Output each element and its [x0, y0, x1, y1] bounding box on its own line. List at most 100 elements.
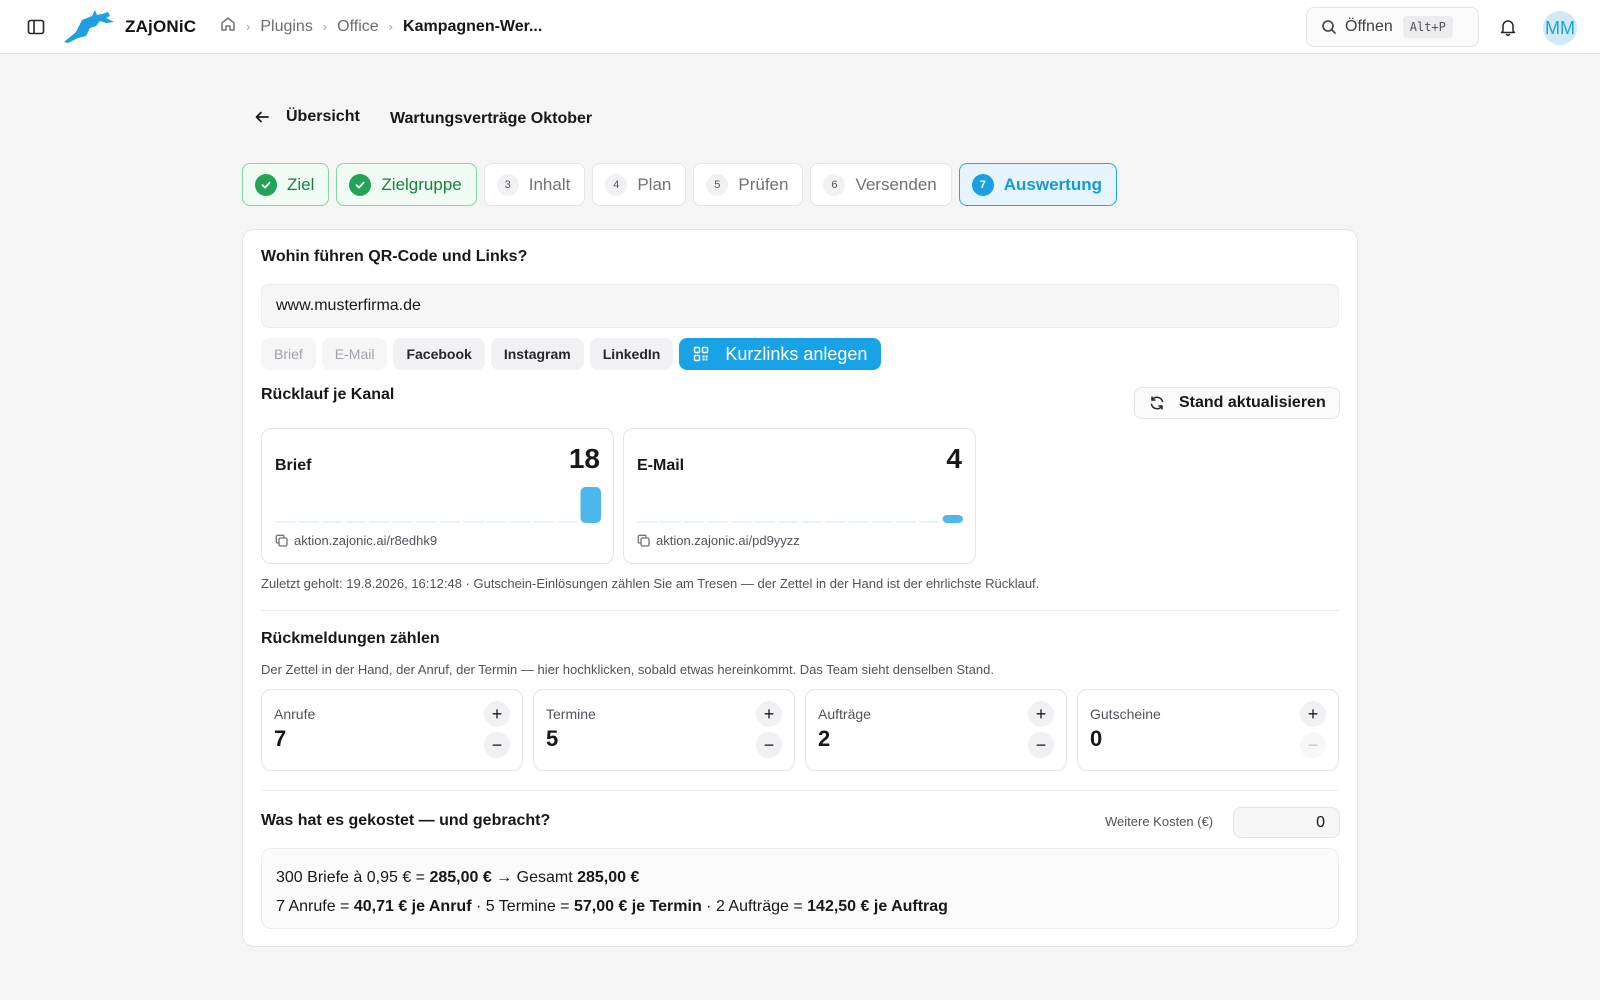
- cost-text: → Gesamt: [491, 869, 578, 886]
- counter-label: Gutscheine: [1090, 706, 1161, 722]
- kosten-title: Was hat es gekostet — und gebracht?: [261, 812, 551, 829]
- avatar[interactable]: MM: [1543, 11, 1577, 45]
- counter-value: 5: [546, 726, 559, 751]
- spark-bar: [510, 521, 531, 523]
- rueckmeldungen-subtitle: Der Zettel in der Hand, der Anruf, der T…: [261, 662, 994, 677]
- home-icon[interactable]: [220, 16, 236, 37]
- step-label: Auswertung: [1003, 174, 1102, 194]
- extra-costs-input[interactable]: 0: [1233, 807, 1340, 838]
- step-label: Zielgruppe: [381, 174, 462, 194]
- channel-card-email: E-Mail 4 aktion.zajonic.ai/pd9yyzz: [623, 428, 976, 564]
- step-number: 6: [823, 173, 846, 196]
- counter-auftraege: Aufträge 2 + −: [805, 689, 1067, 771]
- bell-icon[interactable]: [1496, 15, 1520, 39]
- step-plan[interactable]: 4 Plan: [592, 163, 687, 206]
- cost-text: 7 Anrufe =: [276, 898, 354, 915]
- counter-label: Termine: [546, 706, 596, 722]
- decrement-button[interactable]: −: [756, 732, 782, 758]
- back-label: Übersicht: [286, 108, 360, 125]
- spark-bar: [637, 521, 658, 523]
- cost-line-per-result: 7 Anrufe = 40,71 € je Anruf · 5 Termine …: [276, 892, 1324, 921]
- divider: [261, 610, 1339, 611]
- increment-button[interactable]: +: [1028, 701, 1054, 727]
- spark-bar: [660, 521, 681, 523]
- cost-text: · 2 Aufträge =: [701, 898, 808, 915]
- channel-count: 4: [946, 443, 962, 474]
- breadcrumb-office[interactable]: Office: [337, 18, 379, 36]
- step-pruefen[interactable]: 5 Prüfen: [693, 163, 804, 206]
- channel-chip-brief[interactable]: Brief: [261, 338, 316, 370]
- spark-bar: [801, 521, 822, 523]
- step-label: Plan: [637, 174, 672, 194]
- arrow-left-icon: [255, 111, 269, 123]
- step-ziel[interactable]: Ziel: [242, 163, 330, 206]
- spark-bar: [463, 521, 484, 523]
- shortlink-text: aktion.zajonic.ai/pd9yyzz: [656, 533, 800, 548]
- breadcrumb-plugins[interactable]: Plugins: [260, 18, 312, 36]
- spark-bar: [825, 521, 846, 523]
- top-bar: ZAjONiC › Plugins › Office › Kampagnen-W…: [0, 0, 1600, 54]
- search-shortcut: Alt+P: [1402, 16, 1453, 38]
- spark-bar: [298, 521, 319, 523]
- extra-costs-label: Weitere Kosten (€): [1105, 814, 1214, 829]
- increment-button[interactable]: +: [756, 701, 782, 727]
- sidebar-toggle-icon[interactable]: [24, 15, 48, 39]
- campaign-title: Wartungsverträge Oktober: [390, 110, 593, 127]
- counter-anrufe: Anrufe 7 + −: [261, 689, 523, 771]
- channel-chip-facebook[interactable]: Facebook: [393, 338, 485, 370]
- wizard-steps: Ziel Zielgruppe 3 Inhalt 4 Plan 5 Prüfen…: [242, 163, 1117, 206]
- spark-bar: [754, 521, 775, 523]
- increment-button[interactable]: +: [484, 701, 510, 727]
- channel-name: E-Mail: [637, 457, 685, 474]
- create-shortlinks-label: Kurzlinks anlegen: [725, 343, 868, 364]
- decrement-button[interactable]: −: [484, 732, 510, 758]
- check-icon: [255, 173, 277, 196]
- cost-text: · 5 Termine =: [471, 898, 574, 915]
- logo-icon: [62, 10, 118, 44]
- spark-bar: [684, 521, 705, 523]
- refresh-label: Stand aktualisieren: [1179, 394, 1326, 411]
- step-number: 4: [605, 173, 628, 196]
- step-auswertung[interactable]: 7 Auswertung: [958, 163, 1117, 206]
- ruecklauf-note: Zuletzt geholt: 19.8.2026, 16:12:48 · Gu…: [261, 576, 1040, 591]
- spark-bar: [392, 521, 413, 523]
- cost-per-call: 40,71 € je Anruf: [353, 898, 472, 915]
- shortlink-email[interactable]: aktion.zajonic.ai/pd9yyzz: [637, 533, 800, 548]
- counter-value: 2: [818, 726, 831, 751]
- counter-label: Anrufe: [274, 706, 316, 722]
- channel-chips: Brief E-Mail Facebook Instagram LinkedIn…: [261, 338, 882, 370]
- back-to-overview-button[interactable]: Übersicht: [254, 108, 360, 126]
- cost-text: 300 Briefe à 0,95 € =: [276, 869, 430, 886]
- step-number: 7: [971, 173, 994, 196]
- spark-bar: [895, 521, 916, 523]
- shortlink-brief[interactable]: aktion.zajonic.ai/r8edhk9: [275, 533, 437, 548]
- spark-bar: [872, 521, 893, 523]
- divider: [261, 790, 1339, 791]
- channel-name: Brief: [275, 457, 312, 474]
- decrement-button[interactable]: −: [1028, 732, 1054, 758]
- channel-card-brief: Brief 18 aktion.zajonic.ai/r8edhk9: [261, 428, 614, 564]
- channel-chip-instagram[interactable]: Instagram: [490, 338, 584, 370]
- spark-bar: [275, 521, 296, 523]
- channel-chip-linkedin[interactable]: LinkedIn: [589, 338, 674, 370]
- sparkline-brief: [275, 487, 601, 523]
- step-versenden[interactable]: 6 Versenden: [810, 163, 952, 206]
- spark-bar: [369, 521, 390, 523]
- create-shortlinks-button[interactable]: Kurzlinks anlegen: [679, 338, 882, 370]
- step-number: 5: [706, 173, 729, 196]
- rueckmeldungen-title: Rückmeldungen zählen: [261, 630, 440, 647]
- spark-bar: [919, 521, 940, 523]
- step-label: Ziel: [287, 174, 315, 194]
- step-inhalt[interactable]: 3 Inhalt: [483, 163, 586, 206]
- target-url-input[interactable]: www.musterfirma.de: [261, 284, 1339, 328]
- channel-chip-email[interactable]: E-Mail: [321, 338, 388, 370]
- step-zielgruppe[interactable]: Zielgruppe: [336, 163, 477, 206]
- step-label: Prüfen: [738, 174, 789, 194]
- evaluation-card: Wohin führen QR-Code und Links? www.must…: [242, 229, 1358, 947]
- open-search-button[interactable]: Öffnen Alt+P: [1306, 7, 1479, 47]
- refresh-status-button[interactable]: Stand aktualisieren: [1134, 387, 1340, 419]
- increment-button[interactable]: +: [1300, 701, 1326, 727]
- spark-bar: [707, 521, 728, 523]
- decrement-button[interactable]: −: [1300, 732, 1326, 758]
- chevron-right-icon: ›: [388, 19, 394, 34]
